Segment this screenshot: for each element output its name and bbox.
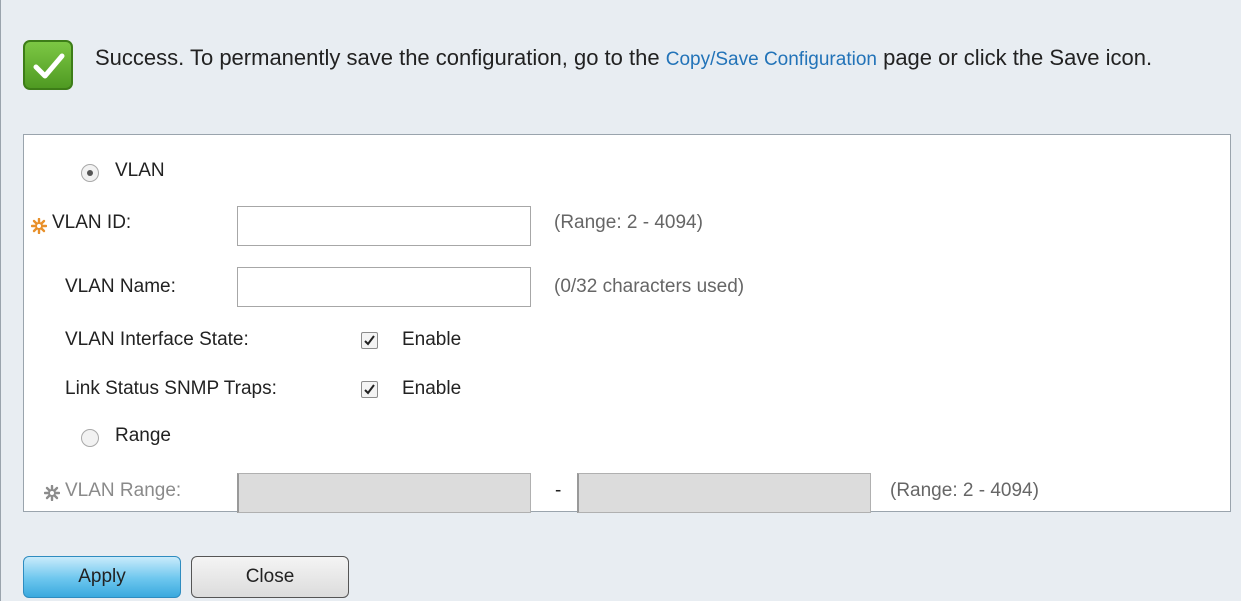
checkmark-icon: [364, 384, 375, 395]
vlan-name-input[interactable]: [237, 267, 531, 307]
snmp-traps-checkbox[interactable]: [361, 381, 378, 398]
vlan-name-label: VLAN Name:: [65, 276, 176, 297]
vlan-range-to-input[interactable]: [577, 473, 871, 513]
copy-save-configuration-link[interactable]: Copy/Save Configuration: [666, 49, 877, 70]
apply-button[interactable]: Apply: [23, 556, 181, 598]
vlan-range-label: VLAN Range:: [65, 480, 182, 501]
vlan-name-char-count: (0/32 characters used): [554, 276, 745, 297]
vlan-range-hint: (Range: 2 - 4094): [890, 480, 1039, 501]
range-radio-label: Range: [115, 425, 171, 446]
snmp-traps-enable-label: Enable: [402, 378, 462, 399]
vlan-id-label: VLAN ID:: [52, 212, 132, 233]
success-text-after: page or click the Save icon.: [876, 45, 1153, 70]
snmp-traps-label: Link Status SNMP Traps:: [65, 378, 277, 399]
required-gear-icon: [31, 218, 47, 234]
interface-state-checkbox[interactable]: [361, 332, 378, 349]
range-radio[interactable]: [81, 429, 99, 447]
vlan-radio[interactable]: [81, 164, 99, 182]
required-gear-icon-disabled: [44, 485, 60, 501]
success-banner: Success. To permanently save the configu…: [23, 38, 1223, 118]
vlan-id-input[interactable]: [237, 206, 531, 246]
interface-state-enable-label: Enable: [402, 329, 462, 350]
success-message: Success. To permanently save the configu…: [95, 43, 1225, 75]
vlan-form-panel: VLAN VLAN ID: (Range: 2 - 4094) VLAN Nam…: [23, 134, 1231, 513]
vlan-id-range-hint: (Range: 2 - 4094): [554, 212, 703, 233]
vlan-radio-label: VLAN: [115, 160, 165, 181]
dialog-frame: Success. To permanently save the configu…: [0, 0, 1240, 601]
close-button[interactable]: Close: [191, 556, 349, 598]
success-text-before: Success. To permanently save the configu…: [95, 45, 666, 70]
vlan-range-from-input[interactable]: [237, 473, 531, 513]
success-check-icon: [23, 40, 73, 90]
checkmark-icon: [364, 335, 375, 346]
interface-state-label: VLAN Interface State:: [65, 329, 249, 350]
vlan-radio-dot: [87, 170, 93, 176]
vlan-range-separator: -: [555, 480, 562, 501]
